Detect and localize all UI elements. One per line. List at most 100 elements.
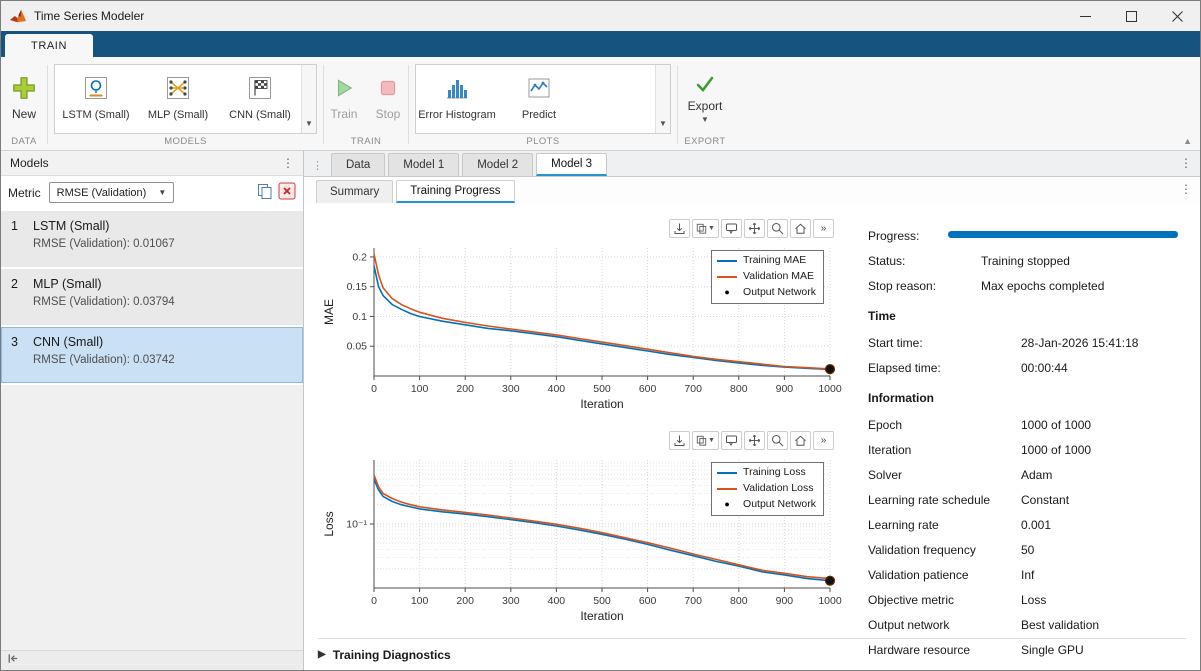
train-button-label: Train: [331, 107, 358, 121]
legend-swatch: [717, 488, 737, 490]
titlebar: Time Series Modeler: [1, 1, 1200, 31]
export-button[interactable]: Export ▼: [678, 72, 732, 126]
subtab-summary[interactable]: Summary: [316, 180, 393, 203]
close-button[interactable]: [1154, 1, 1200, 31]
maximize-button[interactable]: [1108, 1, 1154, 31]
tabbar-menu-icon[interactable]: ⋮: [1180, 157, 1192, 169]
stop-button[interactable]: Stop: [368, 75, 408, 123]
svg-text:800: 800: [730, 595, 748, 607]
info-label: Validation frequency: [868, 543, 1021, 557]
ribbon-section-models: LSTM (Small) MLP (Small) CNN (Small) ▼ M…: [48, 57, 323, 150]
gallery-item-predict[interactable]: Predict: [498, 65, 580, 133]
expander-arrow-icon: ▶: [318, 649, 326, 660]
zoom-icon[interactable]: [767, 431, 788, 450]
svg-text:500: 500: [593, 383, 611, 395]
gallery-item-mlp[interactable]: MLP (Small): [137, 65, 219, 133]
minimize-button[interactable]: [1062, 1, 1108, 31]
panel-splitter-handle[interactable]: ⋮: [312, 159, 323, 172]
datatip-icon[interactable]: [721, 219, 742, 238]
doc-tab-model-3[interactable]: Model 3: [536, 153, 607, 176]
restore-view-home-icon[interactable]: [790, 219, 811, 238]
ribbon-section-data: New DATA: [1, 57, 47, 150]
copy-plot-icon[interactable]: ▼: [692, 219, 719, 238]
model-name: MLP (Small): [33, 277, 102, 291]
svg-text:1000: 1000: [818, 595, 842, 607]
legend-label: Training Loss: [743, 465, 806, 481]
toolbar-more-icon[interactable]: »: [813, 219, 834, 238]
model-list-item-2[interactable]: 2MLP (Small) RMSE (Validation): 0.03794: [1, 269, 303, 325]
error-histogram-icon: [444, 76, 470, 104]
section-caption-models: MODELS: [164, 136, 207, 150]
doc-tab-model-1[interactable]: Model 1: [388, 153, 459, 176]
model-metric-detail: RMSE (Validation): 0.03794: [11, 296, 293, 308]
new-button[interactable]: New: [1, 74, 47, 123]
gallery-item-cnn[interactable]: CNN (Small): [219, 65, 301, 133]
models-panel-footer: [1, 650, 303, 670]
tab-train[interactable]: TRAIN: [5, 34, 93, 57]
mlp-model-icon: [166, 76, 190, 104]
restore-view-home-icon[interactable]: [790, 431, 811, 450]
copy-plot-icon[interactable]: ▼: [692, 431, 719, 450]
models-gallery-dropdown[interactable]: ▼: [301, 65, 316, 133]
legend-swatch: [717, 260, 737, 262]
train-play-icon: [333, 77, 355, 102]
legend-label: Output Network: [743, 497, 816, 513]
chevron-down-icon: ▼: [708, 225, 715, 232]
stop-reason-value: Max epochs completed: [981, 279, 1104, 293]
legend-swatch: [717, 472, 737, 474]
svg-text:200: 200: [456, 383, 474, 395]
ribbon-section-plots: Error Histogram Predict ▼ PLOTS: [409, 57, 677, 150]
model-list-item-1[interactable]: 1LSTM (Small) RMSE (Validation): 0.01067: [1, 211, 303, 267]
svg-text:700: 700: [684, 383, 702, 395]
zoom-icon[interactable]: [767, 219, 788, 238]
legend-label: Training MAE: [743, 253, 806, 269]
panel-menu-icon[interactable]: ⋮: [282, 157, 294, 169]
export-plot-icon[interactable]: [669, 431, 690, 450]
training-info-panel: Progress: Status: Training stopped Stop …: [864, 219, 1200, 638]
svg-text:0.05: 0.05: [347, 341, 368, 353]
info-value: Loss: [1021, 593, 1046, 607]
document-area: ⋮ Data Model 1 Model 2 Model 3 ⋮ Summary…: [304, 151, 1200, 670]
document-tabbar: ⋮ Data Model 1 Model 2 Model 3 ⋮: [304, 151, 1200, 177]
plots-gallery-dropdown[interactable]: ▼: [655, 65, 670, 133]
doc-tab-data[interactable]: Data: [331, 153, 385, 176]
svg-text:200: 200: [456, 595, 474, 607]
svg-text:Loss: Loss: [322, 511, 336, 536]
svg-text:Iteration: Iteration: [580, 609, 623, 623]
svg-text:Iteration: Iteration: [580, 397, 623, 411]
model-list-item-3[interactable]: 3CNN (Small) RMSE (Validation): 0.03742: [1, 327, 303, 383]
info-label: Objective metric: [868, 593, 1021, 607]
gallery-item-label: Predict: [522, 109, 556, 122]
metric-dropdown-value: RMSE (Validation): [57, 187, 147, 199]
section-caption-data: DATA: [11, 136, 37, 150]
pan-icon[interactable]: [744, 431, 765, 450]
models-panel-title: Models: [10, 156, 49, 170]
model-metric-detail: RMSE (Validation): 0.03742: [11, 354, 293, 366]
metric-dropdown[interactable]: RMSE (Validation) ▼: [49, 182, 175, 203]
doc-tab-model-2[interactable]: Model 2: [462, 153, 533, 176]
model-index: 1: [11, 219, 33, 233]
gallery-item-label: LSTM (Small): [62, 109, 129, 122]
chevron-down-icon: ▼: [659, 119, 667, 128]
info-value: Best validation: [1021, 618, 1099, 632]
window-controls: [1062, 1, 1200, 31]
gallery-item-error-histogram[interactable]: Error Histogram: [416, 65, 498, 133]
subtab-training-progress[interactable]: Training Progress: [396, 180, 514, 203]
model-index: 3: [11, 335, 33, 349]
svg-text:0: 0: [371, 595, 377, 607]
legend-marker-dot: ●: [717, 498, 737, 512]
subtabbar-menu-icon[interactable]: ⋮: [1180, 183, 1192, 195]
delete-model-button[interactable]: [278, 182, 296, 203]
datatip-icon[interactable]: [721, 431, 742, 450]
train-button[interactable]: Train: [324, 75, 364, 123]
export-plot-icon[interactable]: [669, 219, 690, 238]
toolbar-more-icon[interactable]: »: [813, 431, 834, 450]
mae-chart-block: ▼ » 010020030040050060070080090010000.05…: [320, 219, 844, 417]
training-diagnostics-expander[interactable]: ▶ Training Diagnostics: [318, 638, 1186, 670]
duplicate-model-button[interactable]: [256, 182, 274, 203]
info-label: Validation patience: [868, 568, 1021, 582]
pan-icon[interactable]: [744, 219, 765, 238]
gallery-item-lstm[interactable]: LSTM (Small): [55, 65, 137, 133]
collapse-ribbon-icon[interactable]: ▲: [1183, 136, 1192, 146]
collapse-panel-icon[interactable]: [6, 652, 19, 670]
